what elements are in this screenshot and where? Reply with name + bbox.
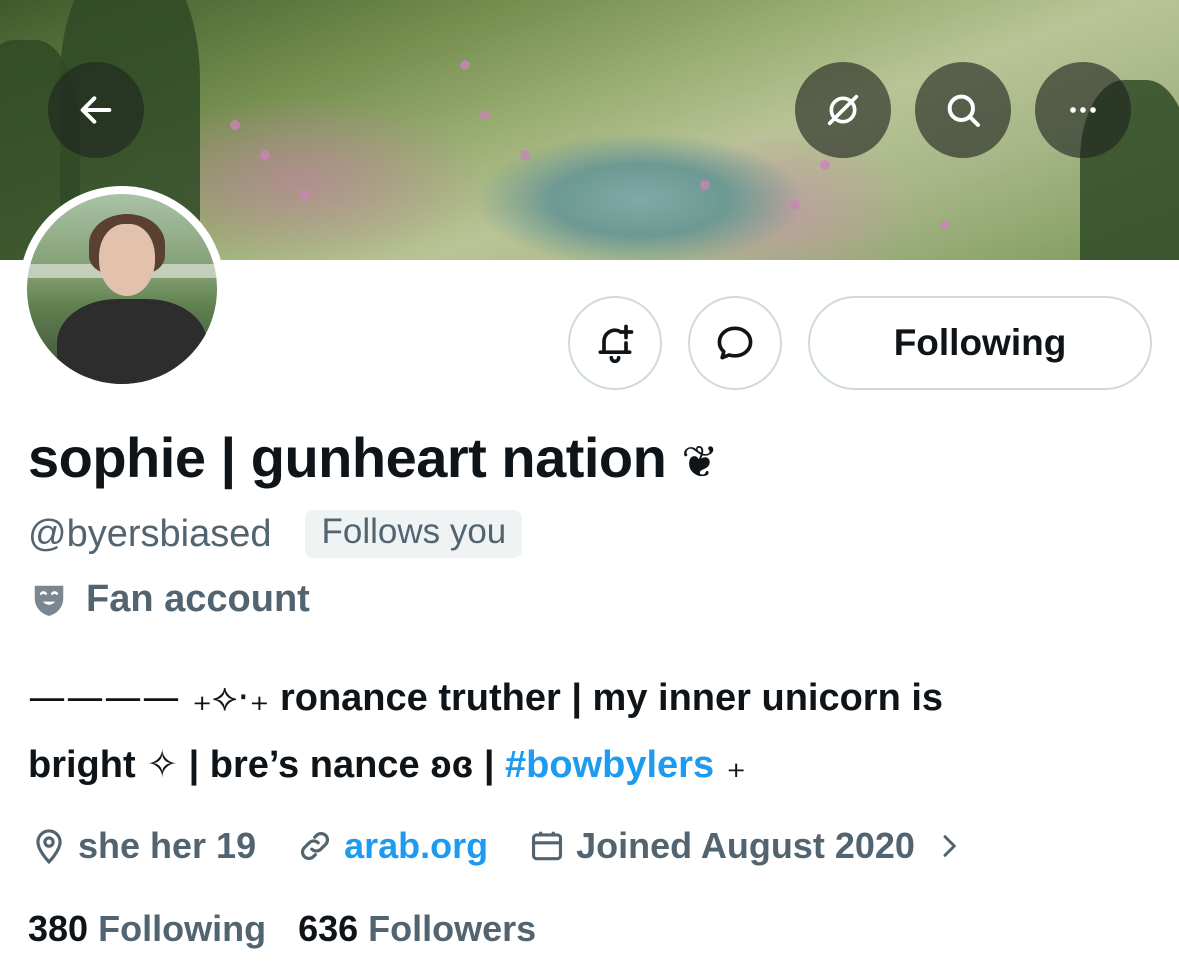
following-label: Following bbox=[98, 908, 267, 949]
handle-row: @byersbiased Follows you bbox=[28, 510, 523, 558]
display-name: sophie | gunheart nation ❦ bbox=[28, 425, 718, 490]
followers-count: 636 bbox=[298, 908, 359, 949]
chat-bubble-icon bbox=[717, 326, 753, 360]
back-arrow-icon bbox=[80, 96, 112, 124]
joined-date[interactable]: Joined August 2020 bbox=[528, 825, 915, 867]
more-button[interactable] bbox=[1035, 62, 1131, 158]
website[interactable]: arab.org bbox=[296, 825, 488, 867]
grok-icon bbox=[827, 94, 859, 126]
grok-button[interactable] bbox=[795, 62, 891, 158]
chevron-right-icon[interactable] bbox=[933, 830, 965, 862]
following-stat[interactable]: 380 Following bbox=[28, 908, 266, 950]
display-name-text: sophie | gunheart nation bbox=[28, 426, 667, 489]
search-icon bbox=[947, 94, 980, 127]
joined-text: Joined August 2020 bbox=[576, 825, 915, 866]
following-count: 380 bbox=[28, 908, 89, 949]
bio-line1: ronance truther | my inner unicorn is bbox=[269, 677, 944, 719]
message-button[interactable] bbox=[688, 296, 782, 390]
followers-stat[interactable]: 636 Followers bbox=[298, 908, 536, 950]
bio-tail: ₊ bbox=[714, 742, 747, 786]
follows-you-badge: Follows you bbox=[305, 510, 523, 558]
follow-stats: 380 Following 636 Followers bbox=[28, 908, 536, 950]
location-text: she her 19 bbox=[78, 825, 257, 866]
followers-label: Followers bbox=[368, 908, 537, 949]
location: she her 19 bbox=[30, 825, 256, 867]
bio-decoration: ———— ₊⟡⋅₊ bbox=[28, 675, 270, 719]
calendar-icon bbox=[532, 831, 563, 861]
search-button[interactable] bbox=[915, 62, 1011, 158]
professional-category: Fan account bbox=[30, 578, 310, 621]
bell-plus-icon bbox=[598, 324, 634, 364]
name-emoji: ❦ bbox=[681, 437, 718, 488]
profile-meta: she her 19 arab.org Joined August 2020 bbox=[30, 822, 965, 870]
avatar-photo bbox=[27, 194, 217, 384]
more-icon bbox=[1070, 107, 1096, 113]
bio-hashtag-link[interactable]: #bowbylers bbox=[505, 744, 714, 786]
location-pin-icon bbox=[36, 829, 62, 865]
theater-mask-icon bbox=[34, 585, 64, 616]
back-button[interactable] bbox=[48, 62, 144, 158]
bio: ———— ₊⟡⋅₊ ronance truther | my inner uni… bbox=[28, 664, 1158, 798]
website-link[interactable]: arab.org bbox=[344, 825, 488, 867]
bio-line2: bright ✧ | bre’s nance ʚɞ | bbox=[28, 744, 506, 786]
notifications-button[interactable] bbox=[568, 296, 662, 390]
category-label: Fan account bbox=[86, 578, 310, 620]
avatar[interactable] bbox=[19, 186, 225, 392]
user-handle: @byersbiased bbox=[28, 512, 272, 555]
following-button[interactable]: Following bbox=[808, 296, 1152, 390]
link-icon bbox=[301, 832, 330, 860]
